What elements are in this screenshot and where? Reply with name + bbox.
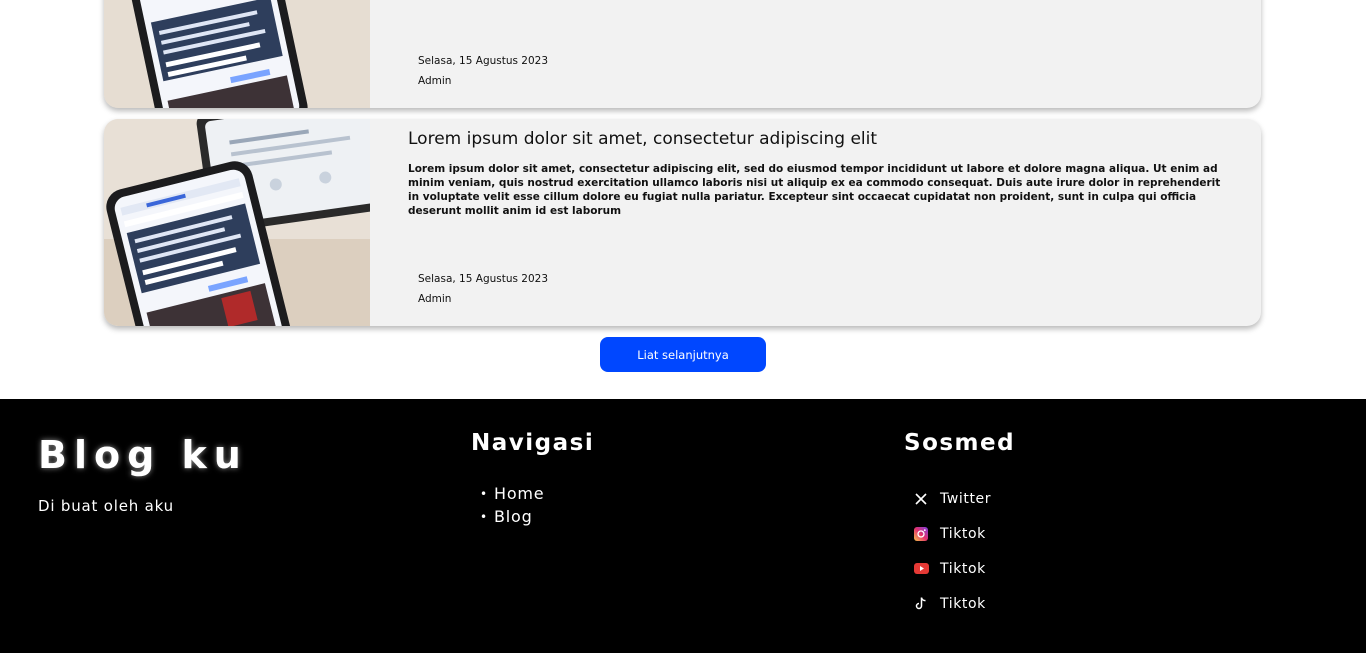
footer-nav-title: Navigasi <box>471 430 595 456</box>
sosmed-link-youtube[interactable]: Tiktok <box>913 551 991 586</box>
sosmed-label: Tiktok <box>940 525 986 542</box>
sosmed-link-tiktok[interactable]: Tiktok <box>913 586 991 621</box>
post-card[interactable]: Selasa, 15 Agustus 2023 Admin <box>104 0 1261 108</box>
instagram-icon <box>913 526 929 542</box>
sosmed-label: Tiktok <box>940 560 986 577</box>
footer: Blog ku Di buat oleh aku Navigasi • Home… <box>0 399 1366 653</box>
youtube-icon <box>913 561 929 577</box>
post-date: Selasa, 15 Agustus 2023 <box>418 273 549 285</box>
sosmed-link-twitter[interactable]: Twitter <box>913 481 991 516</box>
bullet-icon: • <box>480 509 488 524</box>
bullet-icon: • <box>480 486 488 501</box>
footer-sosmed-title: Sosmed <box>904 430 1016 456</box>
x-icon <box>913 491 929 507</box>
footer-brand: Blog ku <box>38 433 248 477</box>
footer-nav-item-home[interactable]: • Home <box>480 482 544 505</box>
post-author: Admin <box>418 293 452 305</box>
footer-brand-subtitle: Di buat oleh aku <box>38 497 174 515</box>
post-date: Selasa, 15 Agustus 2023 <box>418 55 549 67</box>
post-thumbnail <box>104 119 370 326</box>
post-thumbnail <box>104 0 370 108</box>
footer-nav-list: • Home • Blog <box>480 482 544 528</box>
footer-sosmed-list: Twitter Tiktok Tiktok Tiktok <box>913 481 991 621</box>
footer-nav-link[interactable]: Blog <box>494 507 533 526</box>
footer-nav-link[interactable]: Home <box>494 484 544 503</box>
post-card[interactable]: Lorem ipsum dolor sit amet, consectetur … <box>104 119 1261 326</box>
load-more-button[interactable]: Liat selanjutnya <box>600 337 766 372</box>
post-author: Admin <box>418 75 452 87</box>
post-title[interactable]: Lorem ipsum dolor sit amet, consectetur … <box>408 129 877 149</box>
sosmed-label: Twitter <box>940 490 992 507</box>
post-excerpt: Lorem ipsum dolor sit amet, consectetur … <box>408 163 1221 217</box>
sosmed-label: Tiktok <box>940 595 986 612</box>
tiktok-icon <box>913 596 929 612</box>
sosmed-link-instagram[interactable]: Tiktok <box>913 516 991 551</box>
footer-nav-item-blog[interactable]: • Blog <box>480 505 544 528</box>
